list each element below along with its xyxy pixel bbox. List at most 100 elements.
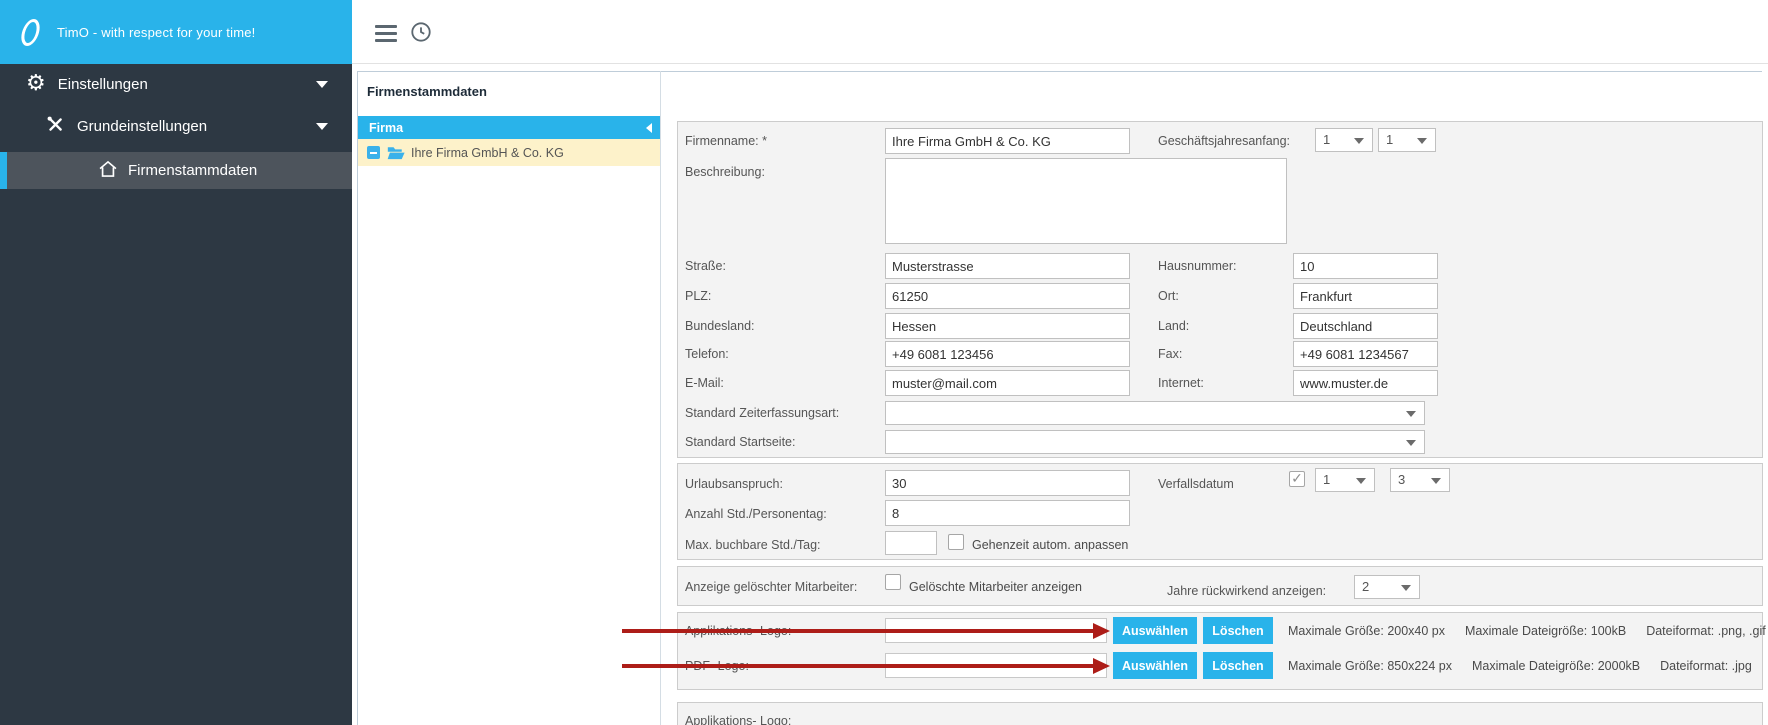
hamburger-icon[interactable]: [375, 25, 397, 46]
annotation-arrowhead-icon: [1093, 623, 1110, 639]
tree-header[interactable]: Firma: [358, 116, 660, 139]
chevron-down-icon: [1354, 138, 1364, 144]
jahre-rueckwirkend-select[interactable]: 2: [1354, 575, 1420, 599]
chevron-left-icon[interactable]: [646, 122, 652, 133]
land-label: Land:: [1158, 319, 1190, 333]
tools-icon: [46, 115, 65, 138]
annotation-arrowhead-icon: [1093, 658, 1110, 674]
clock-icon[interactable]: [410, 21, 432, 48]
annotation-arrow-app-logo: [622, 629, 1094, 633]
sidebar: ⚙ Einstellungen Grundeinstellungen Firme…: [0, 64, 352, 725]
chevron-down-icon: [1401, 585, 1411, 591]
jahre-rueckwirkend-label: Jahre rückwirkend anzeigen:: [1167, 584, 1327, 598]
selected-indicator: [0, 152, 7, 189]
chevron-down-icon: [316, 80, 328, 88]
urlaubsanspruch-input[interactable]: [885, 470, 1130, 496]
fax-input[interactable]: [1293, 341, 1438, 367]
ort-label: Ort:: [1158, 289, 1179, 303]
firmenname-input[interactable]: [885, 128, 1130, 154]
home-icon: [98, 159, 118, 183]
sidebar-item-grundeinstellungen[interactable]: Grundeinstellungen: [0, 104, 352, 148]
sidebar-item-einstellungen[interactable]: ⚙ Einstellungen: [0, 64, 352, 104]
tree-item-company[interactable]: Ihre Firma GmbH & Co. KG: [358, 139, 660, 166]
max-size-text: Maximale Größe: 200x40 px: [1288, 623, 1446, 638]
fileformat-text: Dateiformat: .png, .gif: [1646, 623, 1766, 638]
anzahl-std-input[interactable]: [885, 500, 1130, 526]
hausnummer-input[interactable]: [1293, 253, 1438, 279]
anzahl-std-label: Anzahl Std./Personentag:: [685, 507, 827, 521]
fileformat-text: Dateiformat: .jpg: [1660, 658, 1752, 673]
pdf-logo-delete-button[interactable]: Löschen: [1203, 652, 1273, 679]
zeiterfassungsart-label: Standard Zeiterfassungsart:: [685, 406, 840, 420]
max-std-label: Max. buchbare Std./Tag:: [685, 538, 821, 552]
brand-header: TimO - with respect for your time!: [0, 0, 352, 64]
telefon-label: Telefon:: [685, 347, 729, 361]
geschaeftsjahr-month-select[interactable]: 1: [1315, 128, 1373, 152]
email-input[interactable]: [885, 370, 1130, 396]
max-filesize-text: Maximale Dateigröße: 2000kB: [1471, 658, 1641, 673]
bundesland-label: Bundesland:: [685, 319, 755, 333]
pdf-logo-constraints: Maximale Größe: 850x224 px Maximale Date…: [1288, 652, 1752, 679]
chevron-down-icon: [316, 122, 328, 130]
sidebar-item-label: Firmenstammdaten: [128, 162, 258, 179]
startseite-select[interactable]: [885, 430, 1425, 454]
fax-label: Fax:: [1158, 347, 1183, 361]
sidebar-item-label: Einstellungen: [57, 75, 148, 93]
app-logo-select-button[interactable]: Auswählen: [1113, 617, 1197, 644]
beschreibung-textarea[interactable]: [885, 158, 1287, 244]
topbar: [352, 0, 1768, 64]
email-label: E-Mail:: [685, 376, 724, 390]
strasse-label: Straße:: [685, 259, 726, 273]
telefon-input[interactable]: [885, 341, 1130, 367]
chevron-down-icon: [1406, 440, 1416, 446]
verfallsdatum-day-select[interactable]: 1: [1315, 468, 1375, 492]
gehenzeit-checkbox[interactable]: [948, 534, 964, 550]
folder-open-icon: [387, 146, 405, 160]
ort-input[interactable]: [1293, 283, 1438, 309]
app-logo-delete-button[interactable]: Löschen: [1203, 617, 1273, 644]
sidebar-item-label: Grundeinstellungen: [77, 117, 208, 135]
verfallsdatum-label: Verfallsdatum: [1158, 477, 1234, 491]
internet-input[interactable]: [1293, 370, 1438, 396]
land-input[interactable]: [1293, 313, 1438, 339]
pdf-logo-select-button[interactable]: Auswählen: [1113, 652, 1197, 679]
geschaeftsjahr-day-select[interactable]: 1: [1378, 128, 1436, 152]
app-logo-preview-label: Applikations- Logo:: [685, 714, 792, 725]
hausnummer-label: Hausnummer:: [1158, 259, 1237, 273]
tree-panel-border: [660, 71, 661, 725]
collapse-minus-icon[interactable]: [367, 146, 380, 159]
zeiterfassungsart-select[interactable]: [885, 401, 1425, 425]
firmenname-label: Firmenname: *: [685, 134, 767, 148]
verfallsdatum-month-select[interactable]: 3: [1390, 468, 1450, 492]
strasse-input[interactable]: [885, 253, 1130, 279]
plz-input[interactable]: [885, 283, 1130, 309]
max-filesize-text: Maximale Dateigröße: 100kB: [1465, 623, 1627, 638]
gear-icon: ⚙: [26, 71, 46, 96]
max-std-input[interactable]: [885, 531, 937, 555]
annotation-arrow-pdf-logo: [622, 664, 1094, 668]
geloeschte-checkbox[interactable]: [885, 574, 901, 590]
section-next: [677, 702, 1763, 725]
chevron-down-icon: [1431, 478, 1441, 484]
chevron-down-icon: [1417, 138, 1427, 144]
tree-header-label: Firma: [369, 120, 404, 135]
startseite-label: Standard Startseite:: [685, 435, 796, 449]
max-size-text: Maximale Größe: 850x224 px: [1288, 658, 1452, 673]
internet-label: Internet:: [1158, 376, 1204, 390]
urlaubsanspruch-label: Urlaubsanspruch:: [685, 477, 783, 491]
plz-label: PLZ:: [685, 289, 712, 303]
beschreibung-label: Beschreibung:: [685, 165, 765, 179]
geloeschte-label: Anzeige gelöschter Mitarbeiter:: [685, 580, 858, 594]
bundesland-input[interactable]: [885, 313, 1130, 339]
content-panel-border: [357, 71, 1762, 72]
content-panel-border: [357, 71, 358, 725]
tree-item-label: Ihre Firma GmbH & Co. KG: [411, 145, 564, 160]
verfallsdatum-checkbox[interactable]: ✓: [1289, 471, 1305, 487]
page-title: Firmenstammdaten: [367, 84, 487, 99]
gehenzeit-label: Gehenzeit autom. anpassen: [972, 538, 1129, 552]
brand-title: TimO - with respect for your time!: [57, 24, 256, 40]
sidebar-item-firmenstammdaten[interactable]: Firmenstammdaten: [0, 152, 352, 189]
timo-logo-icon: [18, 18, 43, 46]
chevron-down-icon: [1356, 478, 1366, 484]
app-window: TimO - with respect for your time! ⚙ Ein…: [0, 0, 1768, 725]
